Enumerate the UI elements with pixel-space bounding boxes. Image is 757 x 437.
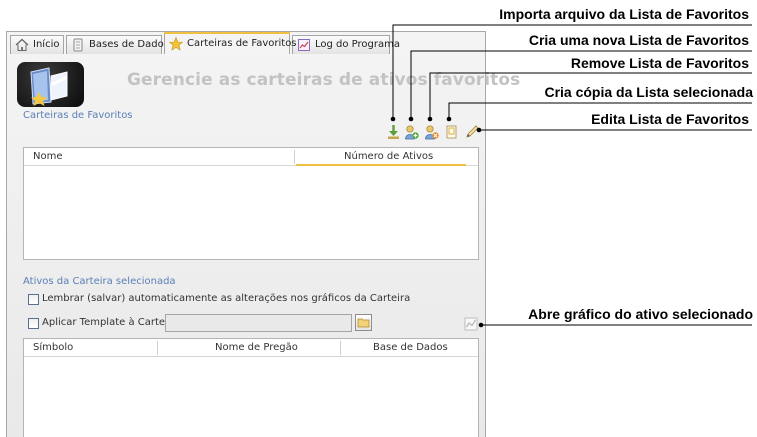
star-icon (169, 37, 183, 51)
callout-copy: Cria cópia da Lista selecionada (544, 84, 753, 100)
tab-carteiras-de-favoritos[interactable]: Carteiras de Favoritos (164, 32, 297, 54)
tab-label: Carteiras de Favoritos (187, 38, 297, 49)
active-tab-indicator (164, 32, 290, 34)
callout-remove: Remove Lista de Favoritos (570, 55, 749, 71)
callout-chart: Abre gráfico do ativo selecionado (528, 306, 753, 322)
callout-edit: Edita Lista de Favoritos (591, 111, 749, 127)
callout-import: Importa arquivo da Lista de Favoritos (499, 6, 749, 22)
callout-create: Cria uma nova Lista de Favoritos (528, 32, 749, 48)
